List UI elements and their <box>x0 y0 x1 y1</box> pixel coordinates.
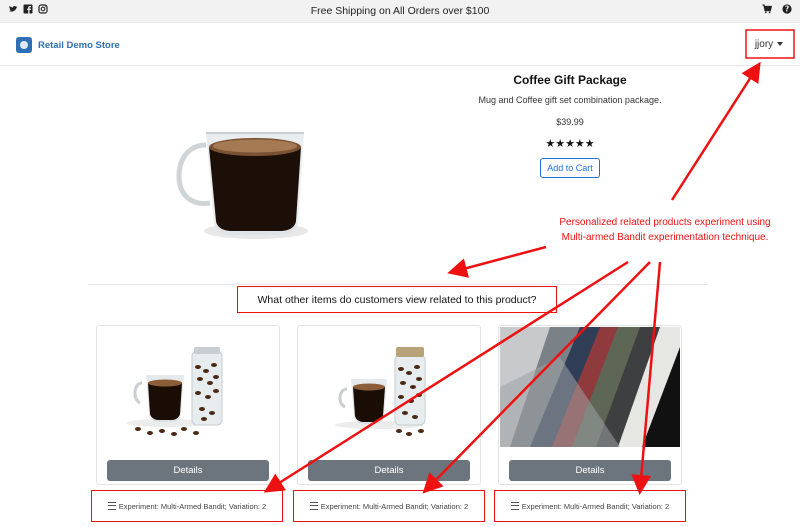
cart-icon[interactable] <box>762 4 772 14</box>
help-icon[interactable]: ? <box>782 4 792 14</box>
rating-stars: ★★★★★ <box>545 138 595 150</box>
store-logo-icon <box>16 37 32 53</box>
promo-text: Free Shipping on All Orders over $100 <box>310 5 490 17</box>
brand-link[interactable]: Retail Demo Store <box>16 37 120 53</box>
experiment-label: Experiment: Multi-Armed Bandit; Variatio… <box>494 490 686 522</box>
navbar: Retail Demo Store jjory <box>0 23 800 66</box>
svg-text:?: ? <box>785 5 789 14</box>
related-product-image <box>126 347 223 436</box>
related-product-image <box>335 347 426 436</box>
chevron-down-icon <box>777 42 784 46</box>
annotation-line-1: Personalized related products experiment… <box>559 217 771 228</box>
product-description: Mug and Coffee gift set combination pack… <box>478 95 662 105</box>
product-title: Coffee Gift Package <box>513 73 627 87</box>
related-product-card: Details <box>297 325 481 485</box>
related-heading-text: What other items do customers view relat… <box>257 293 537 306</box>
experiment-icon <box>309 502 318 510</box>
product-info: Coffee Gift Package Mug and Coffee gift … <box>440 73 700 178</box>
annotation-callout: Personalized related products experiment… <box>540 215 790 245</box>
details-button[interactable]: Details <box>509 460 671 481</box>
experiment-text: Experiment: Multi-Armed Bandit; Variatio… <box>320 501 469 511</box>
details-button[interactable]: Details <box>107 460 269 481</box>
section-divider <box>88 284 708 285</box>
annotation-line-2: Multi-armed Bandit experimentation techn… <box>561 232 769 243</box>
arrow-to-heading <box>447 245 547 278</box>
experiment-icon <box>510 502 519 510</box>
related-products-heading: What other items do customers view relat… <box>237 286 557 313</box>
product-image <box>88 73 350 273</box>
details-button[interactable]: Details <box>308 460 470 481</box>
user-menu-button[interactable]: jjory <box>749 32 789 56</box>
experiment-text: Experiment: Multi-Armed Bandit; Variatio… <box>521 501 670 511</box>
experiment-label: Experiment: Multi-Armed Bandit; Variatio… <box>91 490 283 522</box>
add-to-cart-button[interactable]: Add to Cart <box>540 158 600 178</box>
experiment-icon <box>107 502 116 510</box>
user-name: jjory <box>754 38 774 50</box>
related-product-card: Details <box>96 325 280 485</box>
brand-name: Retail Demo Store <box>38 39 120 51</box>
experiment-label: Experiment: Multi-Armed Bandit; Variatio… <box>293 490 485 522</box>
header-actions: ? <box>762 4 792 14</box>
top-bar: Free Shipping on All Orders over $100 ? <box>0 0 800 23</box>
product-price: $39.99 <box>556 117 584 127</box>
experiment-text: Experiment: Multi-Armed Bandit; Variatio… <box>118 501 267 511</box>
related-product-card: Details <box>498 325 682 485</box>
related-product-image <box>500 327 680 447</box>
